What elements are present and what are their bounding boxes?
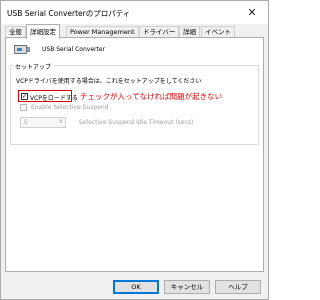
setup-group-label: セットアップ xyxy=(13,62,54,71)
window-title: USB Serial Converterのプロパティ xyxy=(7,9,131,18)
usb-device-icon xyxy=(14,45,30,54)
ok-button[interactable]: OK xyxy=(113,280,159,294)
tab-strip: 全般 詳細設定 Power Management ドライバー 詳細 イベント xyxy=(5,24,265,39)
title-bar: USB Serial Converterのプロパティ ✕ xyxy=(1,1,268,24)
timeout-label: Selective Suspend Idle Timeout (secs) xyxy=(79,119,194,126)
setup-group: セットアップ VCPドライバを使用する場合は、これをセットアップをしてください … xyxy=(10,62,259,145)
selective-suspend-checkbox[interactable] xyxy=(20,104,27,111)
help-button[interactable]: ヘルプ xyxy=(215,280,261,294)
timeout-value: 5 xyxy=(24,119,28,126)
annotation-text: チェックが入ってなければ問題が起きない xyxy=(80,92,223,101)
tab-advanced[interactable]: 詳細設定 xyxy=(26,24,60,39)
chevron-down-icon: ∨ xyxy=(58,118,63,125)
timeout-select[interactable]: 5 ∨ xyxy=(20,117,66,128)
cancel-button[interactable]: キャンセル xyxy=(164,280,210,294)
close-button[interactable]: ✕ xyxy=(240,4,264,21)
properties-dialog: USB Serial Converterのプロパティ ✕ 全般 詳細設定 Pow… xyxy=(0,0,269,300)
device-name: USB Serial Converter xyxy=(42,46,105,53)
load-vcp-label[interactable]: VCPをロードする xyxy=(30,93,78,102)
setup-description: VCPドライバを使用する場合は、これをセットアップをしてください xyxy=(16,78,202,85)
selective-suspend-label: Enable Selective Suspend xyxy=(31,104,109,111)
tab-panel-advanced: USB Serial Converter セットアップ VCPドライバを使用する… xyxy=(5,37,264,272)
load-vcp-checkbox[interactable]: ✓ xyxy=(21,93,28,100)
